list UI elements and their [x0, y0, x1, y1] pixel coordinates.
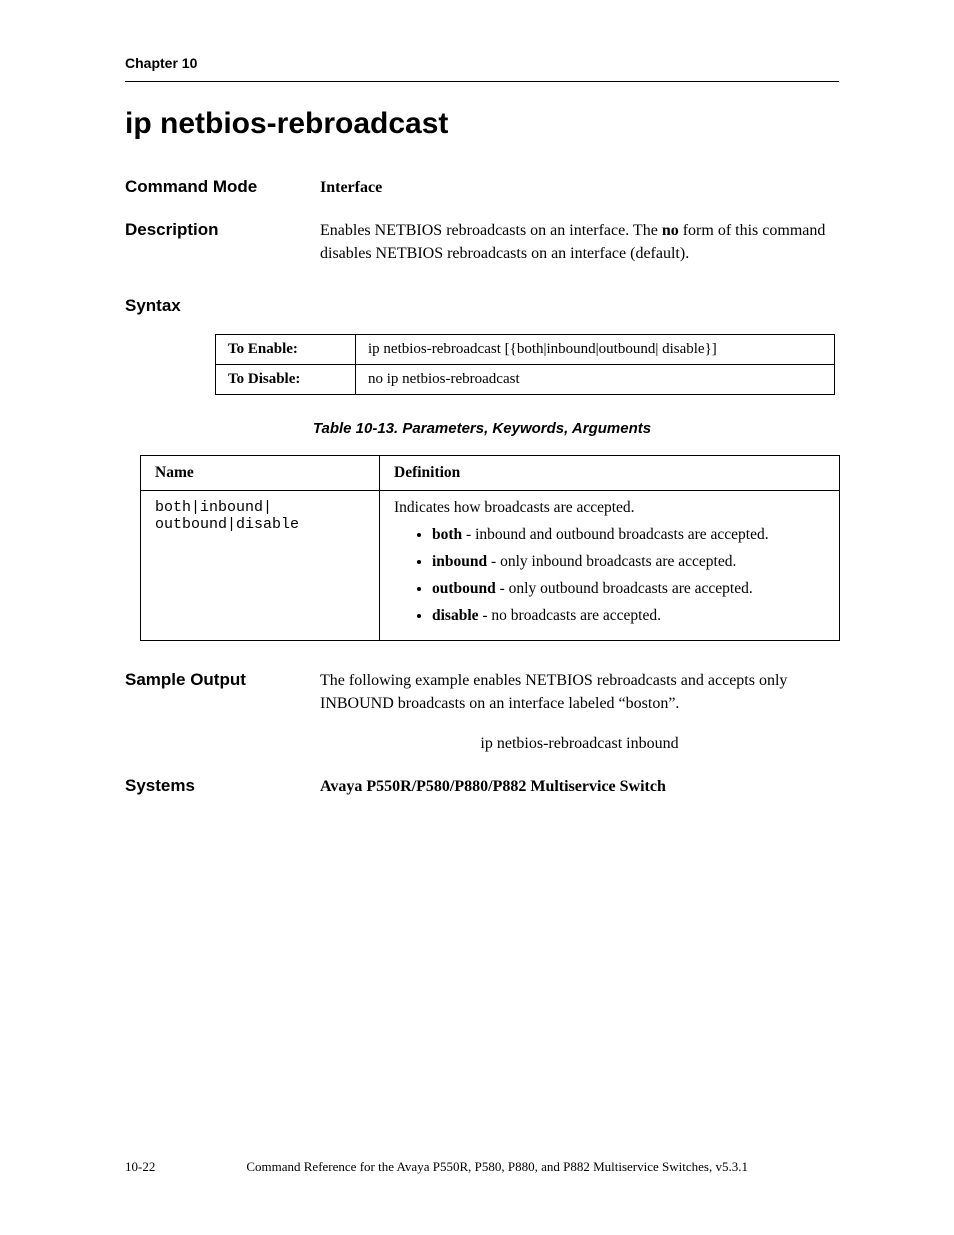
item-bold: both	[432, 526, 462, 543]
syntax-value: ip netbios-rebroadcast [{both|inbound|ou…	[356, 334, 835, 364]
table-row: both|inbound| outbound|disable Indicates…	[141, 490, 840, 640]
command-mode-label: Command Mode	[125, 177, 320, 197]
sample-output-label: Sample Output	[125, 670, 320, 690]
description-bold: no	[662, 222, 679, 239]
description-pre: Enables NETBIOS rebroadcasts on an inter…	[320, 222, 662, 239]
page-title: ip netbios-rebroadcast	[125, 107, 839, 141]
page-footer: 10-22 Command Reference for the Avaya P5…	[125, 1159, 839, 1175]
sample-output-row: Sample Output The following example enab…	[125, 669, 839, 715]
item-text: - inbound and outbound broadcasts are ac…	[462, 526, 768, 543]
chapter-label: Chapter 10	[125, 55, 197, 71]
col-header-definition: Definition	[380, 455, 840, 490]
item-text: - only inbound broadcasts are accepted.	[487, 553, 736, 570]
systems-label: Systems	[125, 776, 320, 796]
description-row: Description Enables NETBIOS rebroadcasts…	[125, 219, 839, 265]
table-caption: Table 10-13. Parameters, Keywords, Argum…	[125, 420, 839, 437]
col-header-name: Name	[141, 455, 380, 490]
sample-output-text: The following example enables NETBIOS re…	[320, 669, 839, 715]
sample-command: ip netbios-rebroadcast inbound	[320, 735, 839, 753]
item-text: - only outbound broadcasts are accepted.	[496, 580, 753, 597]
param-name-line2: outbound|disable	[155, 516, 299, 533]
description-text: Enables NETBIOS rebroadcasts on an inter…	[320, 219, 839, 265]
footer-title: Command Reference for the Avaya P550R, P…	[155, 1159, 839, 1175]
command-mode-row: Command Mode Interface	[125, 176, 839, 199]
list-item: disable - no broadcasts are accepted.	[432, 604, 825, 627]
systems-row: Systems Avaya P550R/P580/P880/P882 Multi…	[125, 775, 839, 798]
syntax-table: To Enable: ip netbios-rebroadcast [{both…	[215, 334, 835, 395]
param-name-line1: both|inbound|	[155, 499, 272, 516]
table-row: To Disable: no ip netbios-rebroadcast	[216, 364, 835, 394]
param-name: both|inbound| outbound|disable	[141, 490, 380, 640]
page-header: Chapter 10	[125, 55, 839, 82]
item-bold: inbound	[432, 553, 487, 570]
description-label: Description	[125, 220, 320, 240]
param-def-intro: Indicates how broadcasts are accepted.	[394, 499, 635, 516]
parameters-table: Name Definition both|inbound| outbound|d…	[140, 455, 840, 641]
command-mode-value: Interface	[320, 176, 839, 199]
syntax-key: To Enable:	[216, 334, 356, 364]
syntax-key: To Disable:	[216, 364, 356, 394]
item-bold: disable	[432, 607, 479, 624]
document-page: Chapter 10 ip netbios-rebroadcast Comman…	[0, 0, 954, 1235]
list-item: outbound - only outbound broadcasts are …	[432, 577, 825, 600]
list-item: inbound - only inbound broadcasts are ac…	[432, 550, 825, 573]
list-item: both - inbound and outbound broadcasts a…	[432, 523, 825, 546]
table-header-row: Name Definition	[141, 455, 840, 490]
syntax-heading: Syntax	[125, 296, 839, 316]
param-def-list: both - inbound and outbound broadcasts a…	[394, 523, 825, 628]
syntax-value: no ip netbios-rebroadcast	[356, 364, 835, 394]
table-row: To Enable: ip netbios-rebroadcast [{both…	[216, 334, 835, 364]
page-number: 10-22	[125, 1159, 155, 1175]
systems-value: Avaya P550R/P580/P880/P882 Multiservice …	[320, 775, 839, 798]
item-bold: outbound	[432, 580, 496, 597]
item-text: - no broadcasts are accepted.	[479, 607, 661, 624]
param-definition: Indicates how broadcasts are accepted. b…	[380, 490, 840, 640]
